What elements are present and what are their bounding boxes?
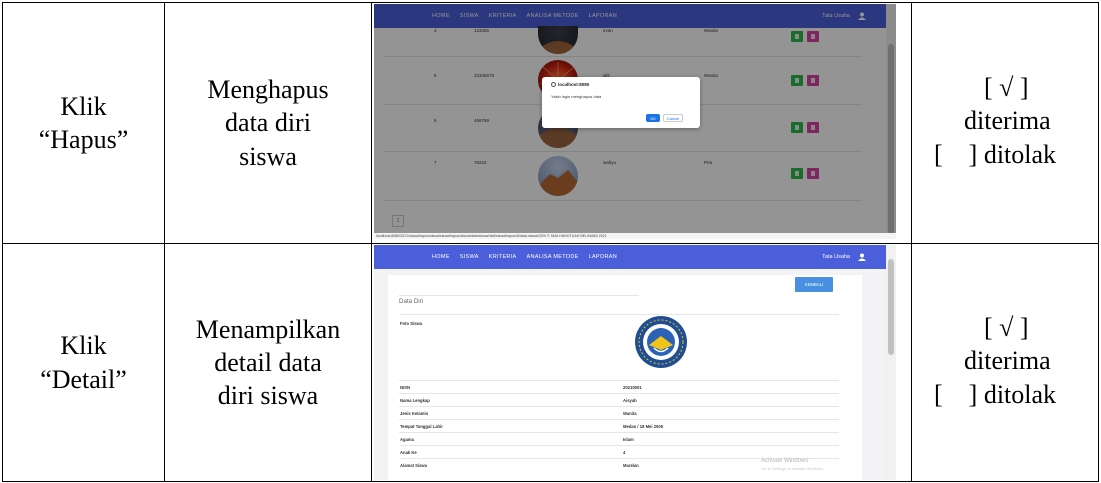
activation-watermark-sub: Go to Settings to activate Windows. (761, 466, 825, 471)
action-cell: Klik “Hapus” (3, 3, 164, 243)
field-label-alamat: Alamat Siswa (400, 463, 427, 468)
browser-status-bar: localhost:8080/2021/siswa/hapus/siswa/si… (374, 233, 896, 239)
dialog-message: Yakin ingin menghapus data (551, 94, 602, 99)
detail-screenshot: HOME SISWA KRITERIA ANALISA METODE LAPOR… (374, 245, 896, 480)
field-label-agama: Agama (400, 437, 414, 442)
field-value-nama: Aisyah (623, 398, 637, 403)
divider (399, 432, 839, 433)
divider (399, 314, 839, 315)
rejected-checkbox: [ ] ditolak (934, 139, 1057, 169)
photo-label: Foto Siswa (400, 321, 423, 326)
ok-button[interactable]: OK (646, 114, 660, 122)
description-cell: Menghapus data diri siswa (165, 3, 371, 243)
scrollbar-thumb[interactable] (888, 259, 894, 355)
cancel-button[interactable]: Cancel (663, 114, 683, 122)
scrollbar[interactable] (886, 245, 896, 480)
field-value-nisn: 20210001 (623, 385, 642, 390)
action-text: “Detail” (40, 364, 127, 394)
accepted-label: diterima (964, 106, 1051, 136)
divider (399, 380, 839, 381)
table-border-bottom (2, 481, 1099, 482)
description-text: diri siswa (217, 381, 319, 411)
column-divider (911, 2, 912, 482)
field-label-jk: Jenis Kelamin (400, 411, 429, 416)
field-value-anak-ke: 4 (623, 450, 626, 455)
field-value-ttl: Medan / 18 Mei 2005 (623, 424, 664, 429)
activation-watermark: Activate Windows (761, 458, 809, 464)
confirm-dialog: localhost:8080 Yakin ingin menghapus dat… (542, 77, 700, 128)
divider (399, 406, 839, 407)
action-text: Klik (60, 91, 107, 121)
accepted-checkbox: [ √ ] (984, 313, 1029, 342)
nav-kriteria[interactable]: KRITERIA (489, 254, 517, 260)
status-cell: [ √ ] diterima [ ] ditolak (934, 71, 1094, 171)
navbar: HOME SISWA KRITERIA ANALISA METODE LAPOR… (374, 245, 886, 269)
globe-icon (551, 82, 556, 87)
nav-home[interactable]: HOME (432, 254, 450, 260)
action-cell: Klik “Detail” (3, 244, 164, 481)
action-text: Klik (60, 331, 107, 361)
field-label-ttl: Tempat Tanggal Lahir (400, 424, 443, 429)
school-logo-icon (635, 316, 687, 368)
user-menu[interactable]: Tata Usaha (822, 254, 850, 260)
user-icon[interactable] (858, 253, 866, 261)
description-text: data diri (225, 108, 311, 138)
nav-siswa[interactable]: SISWA (460, 254, 479, 260)
field-label-anak-ke: Anak Ke (400, 450, 417, 455)
rejected-checkbox: [ ] ditolak (934, 379, 1057, 409)
description-cell: Menampilkan detail data diri siswa (165, 244, 371, 481)
description-text: Menghapus (207, 75, 329, 105)
description-text: detail data (214, 347, 322, 377)
field-value-jk: Wanita (623, 411, 637, 416)
divider (399, 295, 639, 296)
section-title: Data Diri (399, 298, 424, 305)
field-label-nama: Nama Lengkap (400, 398, 430, 403)
description-text: siswa (239, 141, 297, 171)
dialog-host: localhost:8080 (558, 82, 590, 87)
field-value-agama: Islam (623, 437, 634, 442)
divider (399, 393, 839, 394)
field-value-alamat: Marelan (623, 463, 639, 468)
status-cell: [ √ ] diterima [ ] ditolak (934, 311, 1094, 411)
description-text: Menampilkan (195, 314, 341, 344)
delete-screenshot: HOME SISWA KRITERIA ANALISA METODE LAPOR… (374, 4, 896, 239)
nav-analisa-metode[interactable]: ANALISA METODE (527, 254, 579, 260)
column-divider (371, 2, 372, 482)
divider (399, 445, 839, 446)
action-text: “Hapus” (38, 125, 129, 154)
nav-laporan[interactable]: LAPORAN (589, 254, 617, 260)
table-border-right (1098, 2, 1099, 482)
field-label-nisn: NISN (400, 385, 411, 390)
accepted-label: diterima (964, 346, 1051, 376)
back-button[interactable]: KEMBALI (795, 277, 833, 292)
accepted-checkbox: [ √ ] (984, 73, 1029, 102)
divider (399, 419, 839, 420)
